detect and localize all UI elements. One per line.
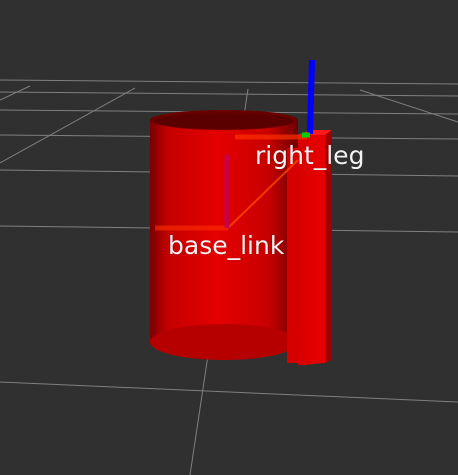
frame-label-base-link: base_link bbox=[168, 231, 285, 260]
3d-viewport[interactable]: right_leg base_link bbox=[0, 0, 458, 475]
frame-label-right-leg: right_leg bbox=[255, 141, 365, 170]
z-axis-blue bbox=[307, 59, 315, 135]
